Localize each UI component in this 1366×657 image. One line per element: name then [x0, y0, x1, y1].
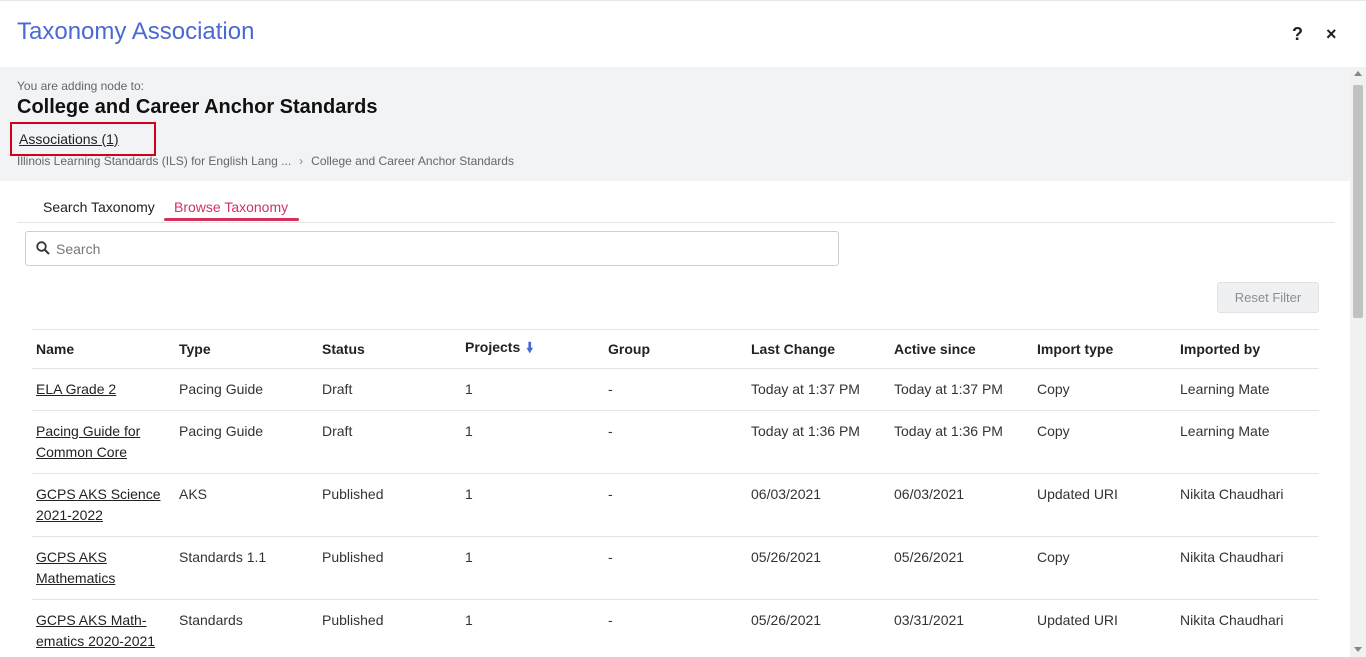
cell-active-since: Today at 1:37 PM [890, 368, 1033, 411]
cell-import-type: Updated URI [1033, 599, 1176, 657]
breadcrumb: Illinois Learning Standards (ILS) for En… [17, 154, 514, 168]
adding-label: You are adding node to: [17, 79, 145, 93]
table-row: ELA Grade 2 Pacing Guide Draft 1 - Today… [32, 368, 1319, 411]
cell-status: Draft [318, 368, 461, 411]
cell-status: Published [318, 599, 461, 657]
cell-active-since: 05/26/2021 [890, 536, 1033, 600]
breadcrumb-item[interactable]: College and Career Anchor Standards [311, 154, 514, 168]
cell-status: Published [318, 536, 461, 600]
cell-imported-by: Nikita Chaudhari [1176, 599, 1319, 657]
cell-projects: 1 [461, 410, 604, 474]
cell-imported-by: Learning Mate [1176, 410, 1319, 474]
cell-type: Standards [175, 599, 318, 657]
tab-bar: Search Taxonomy Browse Taxonomy [17, 197, 1335, 223]
cell-group: - [604, 599, 747, 657]
cell-import-type: Copy [1033, 410, 1176, 474]
column-header-group[interactable]: Group [604, 329, 747, 369]
column-header-type[interactable]: Type [175, 329, 318, 369]
scroll-down-icon[interactable] [1354, 647, 1362, 652]
cell-last-change: 05/26/2021 [747, 536, 890, 600]
taxonomy-name-link[interactable]: Pacing Guide for Common Core [32, 410, 175, 474]
search-icon [36, 241, 50, 255]
column-header-import-type[interactable]: Import type [1033, 329, 1176, 369]
cell-import-type: Copy [1033, 536, 1176, 600]
cell-imported-by: Nikita Chaudhari [1176, 473, 1319, 537]
cell-import-type: Copy [1033, 368, 1176, 411]
column-header-projects-label: Projects [465, 339, 521, 355]
close-button[interactable]: × [1326, 22, 1337, 46]
cell-group: - [604, 410, 747, 474]
table-header-row: Name Type Status Projects 🠛 Group Last Ch… [32, 329, 1319, 369]
taxonomy-name-link[interactable]: GCPS AKS Science 2021-2022 [32, 473, 175, 537]
table-row: GCPS AKS Math-ematics 2020-2021 Standard… [32, 599, 1319, 657]
cell-type: Standards 1.1 [175, 536, 318, 600]
table-row: GCPS AKS Science 2021-2022 AKS Published… [32, 473, 1319, 537]
tab-search-taxonomy[interactable]: Search Taxonomy [43, 199, 155, 223]
cell-group: - [604, 368, 747, 411]
associations-link[interactable]: Associations (1) [10, 122, 156, 156]
arrow-down-icon[interactable]: 🠛 [526, 337, 533, 361]
cell-group: - [604, 536, 747, 600]
table-row: GCPS AKS Mathematics Standards 1.1 Publi… [32, 536, 1319, 600]
cell-type: AKS [175, 473, 318, 537]
taxonomy-name-link[interactable]: GCPS AKS Mathematics [32, 536, 175, 600]
cell-projects: 1 [461, 599, 604, 657]
taxonomy-name-link[interactable]: ELA Grade 2 [32, 368, 175, 411]
active-tab-indicator [164, 218, 299, 221]
cell-projects: 1 [461, 536, 604, 600]
dialog-header: Taxonomy Association ? × [0, 0, 1366, 67]
context-panel: You are adding node to: College and Care… [0, 67, 1350, 181]
cell-last-change: Today at 1:36 PM [747, 410, 890, 474]
cell-active-since: 03/31/2021 [890, 599, 1033, 657]
column-header-projects[interactable]: Projects 🠛 [461, 329, 604, 369]
cell-last-change: 05/26/2021 [747, 599, 890, 657]
dialog-title: Taxonomy Association [17, 18, 255, 45]
cell-last-change: 06/03/2021 [747, 473, 890, 537]
cell-group: - [604, 473, 747, 537]
column-header-name[interactable]: Name [32, 329, 175, 369]
cell-imported-by: Nikita Chaudhari [1176, 536, 1319, 600]
column-header-status[interactable]: Status [318, 329, 461, 369]
search-box [25, 231, 839, 266]
cell-projects: 1 [461, 473, 604, 537]
taxonomy-table: Name Type Status Projects 🠛 Group Last Ch… [32, 329, 1319, 657]
column-header-active-since[interactable]: Active since [890, 329, 1033, 369]
cell-imported-by: Learning Mate [1176, 368, 1319, 411]
cell-type: Pacing Guide [175, 410, 318, 474]
cell-projects: 1 [461, 368, 604, 411]
cell-active-since: 06/03/2021 [890, 473, 1033, 537]
cell-status: Published [318, 473, 461, 537]
scroll-up-icon[interactable] [1354, 71, 1362, 76]
reset-filter-button[interactable]: Reset Filter [1217, 282, 1319, 313]
scrollbar-thumb[interactable] [1353, 85, 1363, 318]
column-header-last-change[interactable]: Last Change [747, 329, 890, 369]
cell-last-change: Today at 1:37 PM [747, 368, 890, 411]
dialog-body: You are adding node to: College and Care… [0, 67, 1366, 657]
column-header-imported-by[interactable]: Imported by [1176, 329, 1319, 369]
cell-import-type: Updated URI [1033, 473, 1176, 537]
breadcrumb-item[interactable]: Illinois Learning Standards (ILS) for En… [17, 154, 291, 168]
node-title: College and Career Anchor Standards [17, 96, 378, 118]
help-button[interactable]: ? [1292, 22, 1303, 46]
cell-active-since: Today at 1:36 PM [890, 410, 1033, 474]
cell-type: Pacing Guide [175, 368, 318, 411]
taxonomy-name-link[interactable]: GCPS AKS Math-ematics 2020-2021 [32, 599, 175, 657]
table-row: Pacing Guide for Common Core Pacing Guid… [32, 410, 1319, 474]
search-input[interactable] [56, 232, 826, 265]
chevron-right-icon: › [299, 154, 304, 168]
cell-status: Draft [318, 410, 461, 474]
